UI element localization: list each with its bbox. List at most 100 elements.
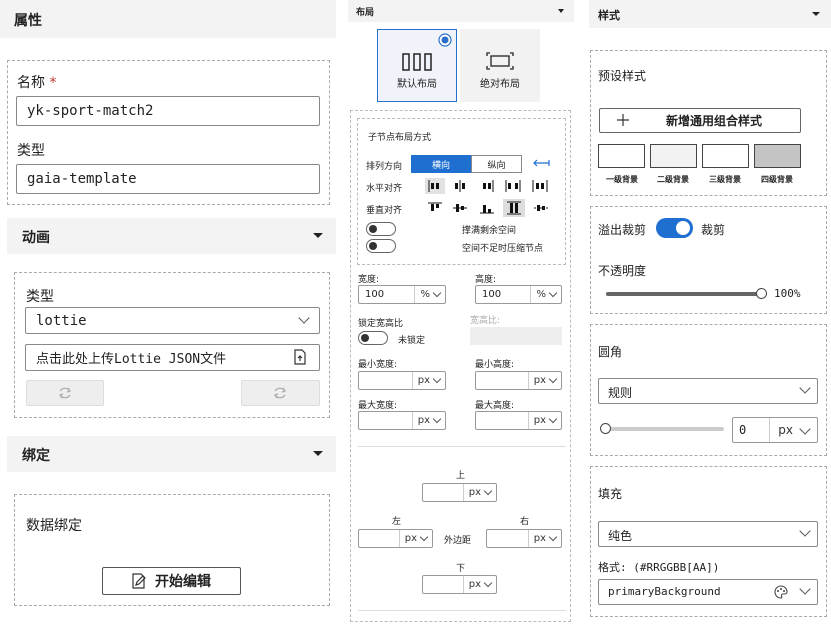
required-mark: * bbox=[49, 75, 57, 91]
animation-section-header[interactable]: 动画 bbox=[7, 218, 336, 254]
format-label: 格式: (#RRGGBB[AA]) bbox=[598, 561, 720, 574]
plus-icon bbox=[617, 114, 629, 126]
fill-space-label: 撑满剩余空间 bbox=[462, 226, 517, 236]
margin-top-label: 上 bbox=[456, 471, 466, 481]
height-label: 高度: bbox=[475, 275, 497, 285]
palette-icon[interactable] bbox=[774, 585, 788, 599]
column-layout-icon bbox=[402, 53, 432, 71]
name-input[interactable]: yk-sport-match2 bbox=[16, 96, 320, 126]
margin-right-label: 右 bbox=[520, 517, 530, 527]
direction-label: 排列方向 bbox=[366, 162, 403, 172]
lock-ratio-label: 锁定宽高比 bbox=[358, 319, 404, 329]
swatch-tertiary-bg[interactable] bbox=[702, 144, 749, 168]
radius-value-input[interactable]: 0 px bbox=[732, 417, 818, 443]
align-end-icon[interactable] bbox=[477, 178, 497, 194]
lock-ratio-toggle[interactable] bbox=[358, 331, 388, 345]
opacity-label: 不透明度 bbox=[598, 264, 647, 278]
fill-type-select[interactable]: 纯色 bbox=[598, 521, 818, 547]
margin-bottom-divider bbox=[358, 610, 566, 611]
swatch-label: 一级背景 bbox=[606, 175, 638, 184]
type-input[interactable]: gaia-template bbox=[16, 164, 320, 194]
margin-bottom-input[interactable]: px bbox=[422, 575, 497, 594]
style-header[interactable]: 样式 bbox=[589, 0, 831, 28]
child-layout-title: 子节点布局方式 bbox=[368, 133, 432, 143]
margin-top-input[interactable]: px bbox=[422, 483, 497, 502]
align-center-icon[interactable] bbox=[450, 178, 470, 194]
swatch-label: 四级背景 bbox=[761, 175, 793, 184]
absolute-layout-icon bbox=[486, 52, 514, 70]
toggle-knob bbox=[676, 221, 690, 235]
lottie-upload-button[interactable]: 点击此处上传Lottie JSON文件 bbox=[25, 344, 320, 371]
start-edit-button[interactable]: 开始编辑 bbox=[102, 567, 241, 595]
overflow-label: 溢出裁剪 bbox=[598, 223, 647, 237]
width-label: 宽度: bbox=[358, 275, 380, 285]
min-height-label: 最小高度: bbox=[475, 360, 515, 370]
margin-label: 外边距 bbox=[444, 536, 472, 546]
margin-left-input[interactable]: px bbox=[358, 529, 433, 548]
margin-right-input[interactable]: px bbox=[486, 529, 562, 548]
v-align-top-icon[interactable] bbox=[425, 200, 445, 216]
name-label: 名称 * bbox=[17, 75, 57, 91]
max-height-input[interactable]: px bbox=[475, 411, 562, 430]
style-panel: 样式 预设样式 新增通用组合样式 一级背景 二级背景 三级背景 四级背景 溢出裁… bbox=[584, 0, 831, 627]
space-between-icon[interactable] bbox=[503, 178, 523, 194]
replay-icon bbox=[59, 387, 71, 399]
direction-horizontal-tab[interactable]: 横向 bbox=[411, 155, 471, 173]
layout-collapse-icon[interactable] bbox=[558, 9, 564, 13]
binding-section-header[interactable]: 绑定 bbox=[7, 436, 336, 472]
width-input[interactable]: 100% bbox=[358, 285, 446, 304]
max-width-label: 最大宽度: bbox=[358, 401, 398, 411]
binding-collapse-icon[interactable] bbox=[313, 451, 323, 456]
height-input[interactable]: 100% bbox=[475, 285, 562, 304]
shrink-label: 空间不足时压缩节点 bbox=[462, 244, 544, 254]
min-width-input[interactable]: px bbox=[358, 371, 446, 390]
fill-label: 填充 bbox=[598, 487, 623, 501]
radius-slider-thumb[interactable] bbox=[600, 423, 611, 434]
max-width-input[interactable]: px bbox=[358, 411, 446, 430]
clip-label: 裁剪 bbox=[701, 223, 726, 237]
swatch-label: 三级背景 bbox=[709, 175, 741, 184]
h-align-label: 水平对齐 bbox=[366, 184, 403, 194]
animation-type-label: 类型 bbox=[26, 289, 54, 305]
min-width-label: 最小宽度: bbox=[358, 360, 398, 370]
v-align-bottom-icon[interactable] bbox=[477, 200, 497, 216]
radius-slider-track[interactable] bbox=[606, 427, 724, 431]
animation-collapse-icon[interactable] bbox=[313, 233, 323, 238]
style-collapse-icon[interactable] bbox=[812, 12, 820, 16]
edit-icon bbox=[132, 573, 146, 589]
v-align-baseline-icon[interactable] bbox=[531, 200, 551, 216]
default-layout-label: 默认布局 bbox=[397, 79, 437, 90]
direction-vertical-tab[interactable]: 纵向 bbox=[471, 155, 522, 173]
swatch-primary-bg[interactable] bbox=[598, 144, 645, 168]
loop-icon bbox=[274, 387, 286, 399]
swatch-secondary-bg[interactable] bbox=[650, 144, 697, 168]
radio-selected-icon bbox=[438, 33, 452, 47]
radius-type-select[interactable]: 规则 bbox=[598, 378, 818, 404]
min-height-input[interactable]: px bbox=[475, 371, 562, 390]
animation-type-select[interactable]: lottie bbox=[25, 307, 320, 334]
v-align-stretch-icon[interactable] bbox=[503, 199, 525, 217]
ratio-input bbox=[470, 327, 562, 345]
unlocked-label: 未锁定 bbox=[398, 336, 426, 346]
preset-style-label: 预设样式 bbox=[598, 69, 647, 83]
swatch-quaternary-bg[interactable] bbox=[754, 144, 801, 168]
shrink-toggle[interactable] bbox=[366, 239, 396, 253]
fill-space-toggle[interactable] bbox=[366, 222, 396, 236]
swatch-label: 二级背景 bbox=[657, 175, 689, 184]
type-label: 类型 bbox=[17, 143, 45, 159]
absolute-layout-label: 绝对布局 bbox=[480, 79, 520, 90]
radius-label: 圆角 bbox=[598, 345, 623, 359]
align-start-icon[interactable] bbox=[425, 178, 445, 194]
ratio-label: 宽高比: bbox=[470, 316, 501, 326]
opacity-slider-fill bbox=[606, 292, 761, 296]
properties-header: 属性 bbox=[0, 0, 336, 38]
reverse-direction-icon[interactable] bbox=[532, 158, 550, 168]
space-around-icon[interactable] bbox=[530, 178, 550, 194]
v-align-middle-icon[interactable] bbox=[450, 200, 470, 216]
layout-header[interactable]: 布局 bbox=[348, 0, 574, 22]
margin-divider bbox=[358, 446, 566, 447]
data-binding-label: 数据绑定 bbox=[26, 518, 82, 534]
margin-bottom-label: 下 bbox=[456, 564, 466, 574]
layout-panel: 布局 默认布局 绝对布局 子节点布局方式 排列方向 横向 纵向 水平对齐 垂直对… bbox=[346, 0, 574, 627]
opacity-slider-thumb[interactable] bbox=[756, 288, 767, 299]
